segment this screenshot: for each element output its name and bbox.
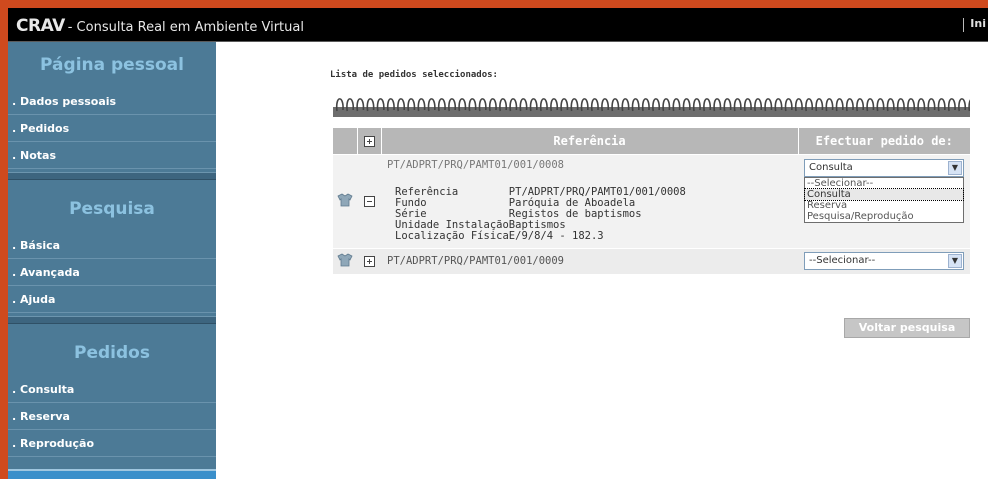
row-reference: PT/ADPRT/PRQ/PAMT01/001/0009 [387, 255, 565, 268]
sidebar-item-consulta[interactable]: . Consulta [8, 376, 216, 403]
header-icon-cell [333, 128, 358, 154]
expand-icon[interactable] [363, 255, 375, 267]
row-toggle-cell [357, 153, 381, 248]
row-order-cell: Consulta ▼ --Selecionar-- Consulta Reser… [798, 153, 970, 248]
dropdown-option[interactable]: Pesquisa/Reprodução [805, 211, 963, 222]
order-type-dropdown: --Selecionar-- Consulta Reserva Pesquisa… [804, 176, 964, 223]
brand-subtitle: - Consulta Real em Ambiente Virtual [67, 20, 304, 35]
main-content: Lista de pedidos seleccionados: [330, 70, 975, 80]
detail-row: Referência PT/ADPRT/PRQ/PAMT01/001/0008 [395, 185, 686, 198]
top-right-link[interactable]: Ini [970, 17, 986, 30]
sidebar-divider [8, 316, 216, 324]
row-icon-cell [333, 153, 357, 248]
detail-row: Série Registos de baptismos [395, 207, 686, 220]
detail-label: Referência [395, 185, 459, 198]
detail-row: Localização Física E/9/8/4 - 182.3 [395, 229, 686, 242]
order-type-selected: --Selecionar-- [809, 255, 876, 267]
order-type-select[interactable]: --Selecionar-- ▼ [804, 252, 964, 271]
sidebar-item-basica[interactable]: . Básica [8, 232, 216, 259]
detail-row: Fundo Paróquia de Aboadela [395, 196, 686, 209]
back-to-search-button[interactable]: Voltar pesquisa [844, 318, 970, 338]
sidebar-item-ajuda[interactable]: . Ajuda [8, 286, 216, 313]
sidebar-divider [8, 172, 216, 180]
sidebar-section-title-personal: Página pessoal [40, 55, 184, 75]
remove-item-icon[interactable] [337, 253, 353, 267]
order-type-selected: Consulta [809, 161, 853, 173]
collapse-icon[interactable] [363, 195, 375, 207]
detail-row: Unidade Instalação Baptismos [395, 218, 686, 231]
brand-logo-text: CRAV [16, 16, 65, 36]
sidebar-bottom-bar [8, 469, 216, 479]
detail-value: Registos de baptismos [508, 207, 642, 220]
sidebar: Página pessoal . Dados pessoais . Pedido… [8, 42, 216, 479]
row-reference-cell: PT/ADPRT/PRQ/PAMT01/001/0008 Referência P… [381, 153, 798, 248]
expand-all-icon[interactable] [363, 135, 375, 147]
chevron-down-icon[interactable]: ▼ [948, 254, 962, 269]
app-title: CRAV - Consulta Real em Ambiente Virtual [16, 16, 304, 36]
dropdown-option[interactable]: Reserva [805, 200, 963, 211]
row-order-cell: --Selecionar-- ▼ [798, 247, 970, 274]
list-title: Lista de pedidos seleccionados: [330, 70, 498, 80]
sidebar-section-title-pedidos: Pedidos [74, 343, 150, 363]
orders-table: Referência Efectuar pedido de: PT/ADPRT/… [333, 128, 970, 274]
header-order: Efectuar pedido de: [798, 128, 970, 154]
row-icon-cell [333, 247, 357, 274]
detail-label: Unidade Instalação [395, 218, 509, 231]
spiral-binding-decoration [333, 98, 970, 117]
top-bar: CRAV - Consulta Real em Ambiente Virtual … [8, 8, 988, 42]
detail-label: Fundo [395, 196, 427, 209]
detail-value: Baptismos [508, 218, 566, 231]
row-reference: PT/ADPRT/PRQ/PAMT01/001/0008 [387, 158, 565, 171]
sidebar-item-dados-pessoais[interactable]: . Dados pessoais [8, 88, 216, 115]
row-details: Referência PT/ADPRT/PRQ/PAMT01/001/0008 F… [395, 185, 686, 242]
sidebar-item-reserva[interactable]: . Reserva [8, 403, 216, 430]
order-type-select[interactable]: Consulta ▼ [804, 158, 964, 177]
detail-value: Paróquia de Aboadela [508, 196, 636, 209]
window-frame-top [0, 0, 988, 8]
dropdown-option[interactable]: --Selecionar-- [805, 178, 963, 189]
table-row: PT/ADPRT/PRQ/PAMT01/001/0008 Referência P… [333, 153, 970, 248]
detail-value: PT/ADPRT/PRQ/PAMT01/001/0008 [508, 185, 686, 198]
sidebar-item-reproducao[interactable]: . Reprodução [8, 430, 216, 457]
header-expand-all[interactable] [357, 128, 382, 154]
detail-value: E/9/8/4 - 182.3 [508, 229, 604, 242]
table-header-row: Referência Efectuar pedido de: [333, 128, 970, 154]
top-separator [963, 18, 964, 32]
sidebar-item-pedidos[interactable]: . Pedidos [8, 115, 216, 142]
dropdown-option-selected[interactable]: Consulta [804, 187, 964, 201]
sidebar-item-avancada[interactable]: . Avançada [8, 259, 216, 286]
sidebar-section-title-pesquisa: Pesquisa [69, 199, 155, 219]
row-toggle-cell [357, 247, 381, 274]
sidebar-item-notas[interactable]: . Notas [8, 142, 216, 169]
detail-label: Série [395, 207, 427, 220]
header-reference: Referência [381, 128, 799, 154]
table-row: PT/ADPRT/PRQ/PAMT01/001/0009 --Seleciona… [333, 247, 970, 274]
remove-item-icon[interactable] [337, 193, 353, 207]
detail-label: Localização Física [395, 229, 509, 242]
row-reference-cell: PT/ADPRT/PRQ/PAMT01/001/0009 [381, 247, 798, 274]
chevron-down-icon[interactable]: ▼ [948, 160, 962, 175]
window-frame-left [0, 0, 8, 479]
